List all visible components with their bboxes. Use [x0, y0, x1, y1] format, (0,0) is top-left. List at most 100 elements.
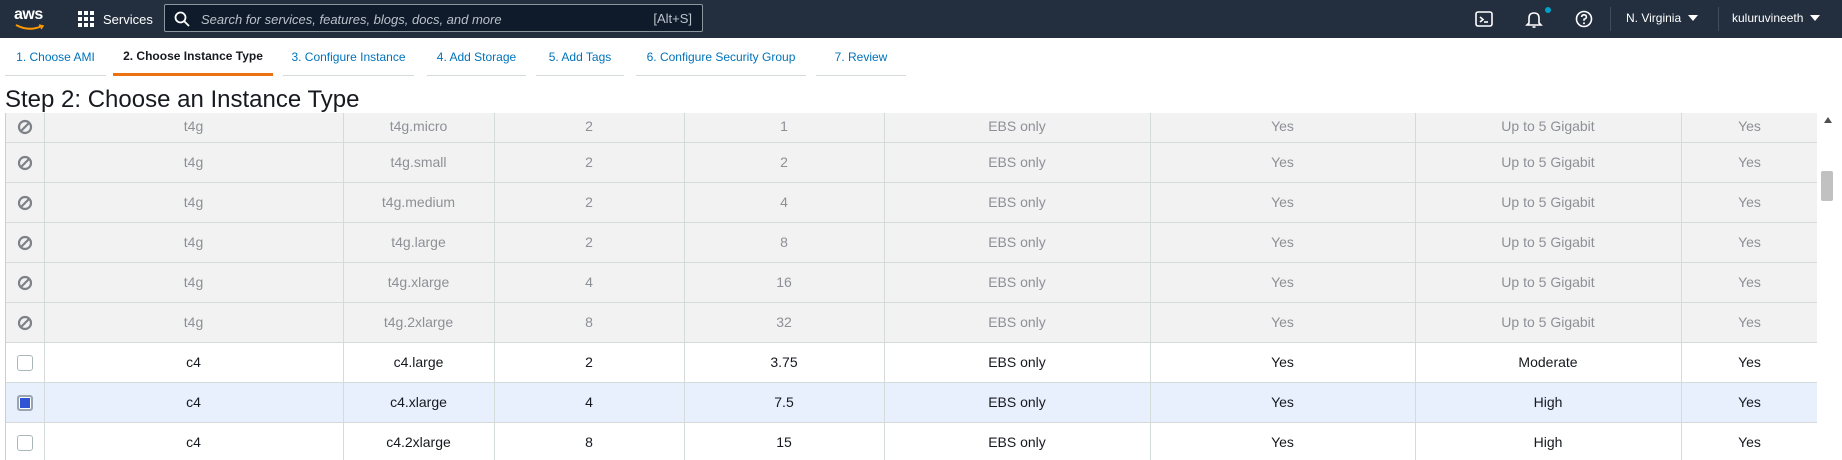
row-select-cell: [6, 222, 45, 263]
aws-logo[interactable]: aws: [14, 4, 46, 34]
network-performance-cell: Up to 5 Gigabit: [1415, 222, 1682, 263]
instance-type-cell: t4g.micro: [343, 113, 495, 143]
account-menu[interactable]: kuluruvineeth: [1732, 11, 1821, 25]
search-box[interactable]: [Alt+S]: [164, 4, 703, 32]
network-performance-cell: High: [1415, 422, 1682, 460]
ipv6-support-cell: Yes: [1681, 142, 1818, 183]
caret-down-icon: [1810, 15, 1821, 21]
tab-add-storage[interactable]: 4. Add Storage: [427, 38, 526, 76]
row-select-cell: [6, 342, 45, 383]
row-select-checkbox[interactable]: [16, 434, 33, 451]
instance-storage-cell: EBS only: [884, 142, 1151, 183]
memory-cell: 7.5: [684, 382, 885, 423]
instance-family-cell: t4g: [44, 182, 344, 223]
ebs-optimized-cell: Yes: [1150, 222, 1416, 263]
unavailable-icon: [17, 235, 32, 250]
help-icon[interactable]: [1574, 9, 1594, 29]
instance-family-cell: t4g: [44, 142, 344, 183]
unavailable-icon: [17, 155, 32, 170]
instance-storage-cell: EBS only: [884, 262, 1151, 303]
unavailable-icon: [17, 195, 32, 210]
instance-storage-cell: EBS only: [884, 113, 1151, 143]
table-row[interactable]: c4 c4.xlarge 4 7.5 EBS only Yes High Yes: [6, 382, 1818, 423]
ebs-optimized-cell: Yes: [1150, 182, 1416, 223]
scroll-up-arrow-icon[interactable]: [1824, 117, 1832, 123]
top-navigation-bar: aws Services [Alt+S]: [0, 0, 1842, 38]
wizard-steps: 1. Choose AMI 2. Choose Instance Type 3.…: [0, 38, 1842, 76]
memory-cell: 1: [684, 113, 885, 143]
instance-storage-cell: EBS only: [884, 182, 1151, 223]
search-shortcut-hint: [Alt+S]: [653, 11, 692, 26]
memory-cell: 15: [684, 422, 885, 460]
vcpus-cell: 4: [494, 382, 685, 423]
vcpus-cell: 2: [494, 182, 685, 223]
instance-type-cell: t4g.small: [343, 142, 495, 183]
table-row: t4g t4g.micro 2 1 EBS only Yes Up to 5 Gigabit…: [6, 113, 1818, 143]
page-title: Step 2: Choose an Instance Type: [5, 86, 360, 113]
services-label: Services: [103, 11, 153, 27]
tab-choose-ami[interactable]: 1. Choose AMI: [5, 38, 106, 76]
search-input[interactable]: [199, 8, 603, 30]
instance-storage-cell: EBS only: [884, 222, 1151, 263]
vcpus-cell: 4: [494, 262, 685, 303]
network-performance-cell: Moderate: [1415, 342, 1682, 383]
instance-type-table: t4g t4g.micro 2 1 EBS only Yes Up to 5 Gigabit…: [5, 113, 1818, 460]
bell-icon[interactable]: [1524, 9, 1544, 29]
region-selector[interactable]: N. Virginia: [1626, 11, 1699, 25]
nav-divider: [1718, 7, 1719, 31]
ipv6-support-cell: Yes: [1681, 222, 1818, 263]
network-performance-cell: High: [1415, 382, 1682, 423]
network-performance-cell: Up to 5 Gigabit: [1415, 302, 1682, 343]
tab-add-tags[interactable]: 5. Add Tags: [536, 38, 624, 76]
cloudshell-icon[interactable]: [1474, 9, 1494, 29]
instance-type-cell: c4.xlarge: [343, 382, 495, 423]
instance-family-cell: t4g: [44, 262, 344, 303]
tab-review[interactable]: 7. Review: [816, 38, 906, 76]
unavailable-icon: [17, 315, 32, 330]
services-menu-button[interactable]: Services: [78, 9, 153, 29]
network-performance-cell: Up to 5 Gigabit: [1415, 113, 1682, 143]
tab-configure-instance[interactable]: 3. Configure Instance: [283, 38, 414, 76]
instance-type-cell: t4g.xlarge: [343, 262, 495, 303]
memory-cell: 4: [684, 182, 885, 223]
ebs-optimized-cell: Yes: [1150, 113, 1416, 143]
table-row[interactable]: c4 c4.2xlarge 8 15 EBS only Yes High Yes: [6, 422, 1818, 460]
search-icon: [174, 11, 190, 27]
unavailable-icon: [17, 120, 32, 135]
ebs-optimized-cell: Yes: [1150, 262, 1416, 303]
vertical-scrollbar[interactable]: [1817, 113, 1839, 460]
ipv6-support-cell: Yes: [1681, 113, 1818, 143]
table-row[interactable]: c4 c4.large 2 3.75 EBS only Yes Moderate Yes: [6, 342, 1818, 383]
ebs-optimized-cell: Yes: [1150, 342, 1416, 383]
tab-configure-security-group[interactable]: 6. Configure Security Group: [636, 38, 806, 76]
ipv6-support-cell: Yes: [1681, 382, 1818, 423]
instance-family-cell: c4: [44, 422, 344, 460]
instance-type-cell: t4g.medium: [343, 182, 495, 223]
ebs-optimized-cell: Yes: [1150, 422, 1416, 460]
ipv6-support-cell: Yes: [1681, 262, 1818, 303]
instance-family-cell: t4g: [44, 222, 344, 263]
ipv6-support-cell: Yes: [1681, 342, 1818, 383]
instance-storage-cell: EBS only: [884, 382, 1151, 423]
row-select-checkbox[interactable]: [16, 354, 33, 371]
aws-logo-text: aws: [14, 6, 43, 23]
row-select-checkbox[interactable]: [16, 394, 33, 411]
network-performance-cell: Up to 5 Gigabit: [1415, 182, 1682, 223]
network-performance-cell: Up to 5 Gigabit: [1415, 142, 1682, 183]
ebs-optimized-cell: Yes: [1150, 142, 1416, 183]
instance-storage-cell: EBS only: [884, 422, 1151, 460]
ebs-optimized-cell: Yes: [1150, 382, 1416, 423]
instance-family-cell: t4g: [44, 302, 344, 343]
table-row: t4g t4g.medium 2 4 EBS only Yes Up to 5 Gigabi…: [6, 182, 1818, 223]
scrollbar-thumb[interactable]: [1821, 171, 1833, 201]
vcpus-cell: 8: [494, 422, 685, 460]
vcpus-cell: 8: [494, 302, 685, 343]
tab-choose-instance-type[interactable]: 2. Choose Instance Type: [113, 38, 273, 76]
memory-cell: 3.75: [684, 342, 885, 383]
ipv6-support-cell: Yes: [1681, 302, 1818, 343]
row-select-cell: [6, 382, 45, 423]
ebs-optimized-cell: Yes: [1150, 302, 1416, 343]
vcpus-cell: 2: [494, 222, 685, 263]
row-select-cell: [6, 113, 45, 143]
table-row: t4g t4g.2xlarge 8 32 EBS only Yes Up to 5 Giga…: [6, 302, 1818, 343]
